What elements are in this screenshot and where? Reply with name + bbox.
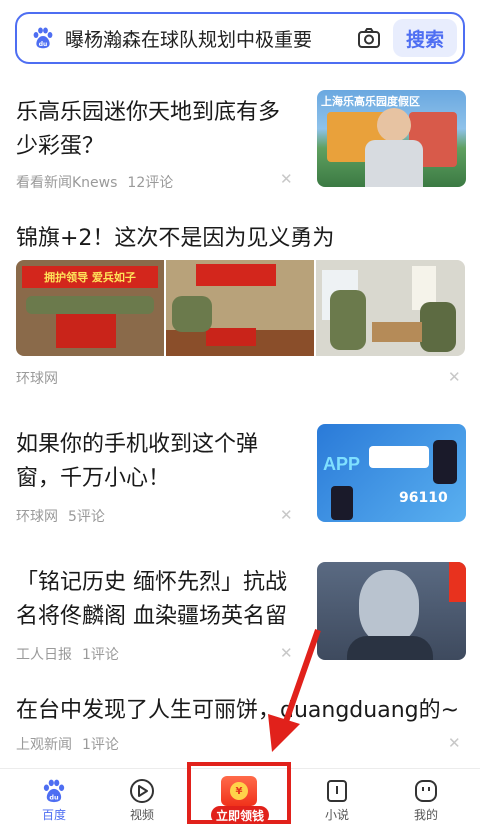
nav-item-novel[interactable]: 小说: [297, 769, 377, 826]
nav-label: 我的: [413, 808, 438, 822]
nav-label: 百度: [41, 808, 66, 822]
red-envelope-icon[interactable]: ¥: [221, 776, 257, 806]
book-icon: [327, 780, 347, 802]
nav-item-baidu[interactable]: du 百度: [14, 769, 94, 826]
nav-item-claim-money[interactable]: 立即领钱: [211, 806, 269, 824]
profile-face-icon: [415, 780, 437, 802]
nav-label: 视频: [129, 808, 154, 822]
nav-label: 小说: [324, 808, 349, 822]
coin-icon: ¥: [230, 782, 248, 800]
svg-text:du: du: [49, 794, 59, 802]
nav-item-mine[interactable]: 我的: [386, 769, 466, 826]
annotation-arrow: [268, 629, 321, 752]
play-icon: [130, 779, 154, 803]
baidu-paw-icon: du: [43, 779, 65, 803]
nav-item-video[interactable]: 视频: [102, 769, 182, 826]
